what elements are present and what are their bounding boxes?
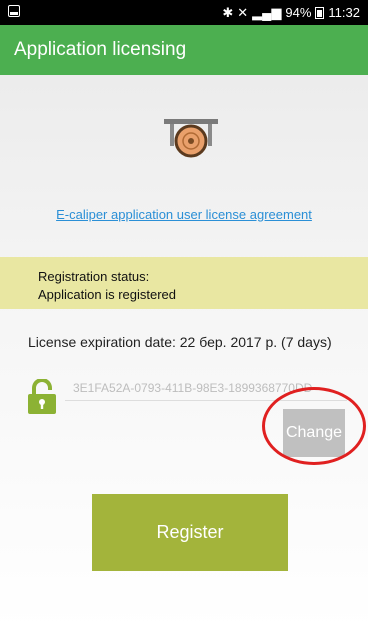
signal-icon: ▂▄▆ bbox=[252, 5, 282, 20]
registration-status-label: Registration status: bbox=[38, 269, 150, 284]
license-key-field[interactable] bbox=[65, 375, 347, 401]
app-bar: Application licensing bbox=[0, 25, 368, 75]
battery-level: 94% bbox=[285, 5, 312, 20]
clock: 11:32 bbox=[328, 5, 360, 20]
page-title: Application licensing bbox=[14, 39, 187, 60]
registration-status-panel: Registration status: Application is regi… bbox=[0, 257, 368, 309]
caliper-logo-icon bbox=[164, 119, 218, 158]
status-bar: ✱ ✕ ▂▄▆ 94% 11:32 bbox=[0, 0, 368, 25]
unlock-icon bbox=[28, 379, 56, 414]
mute-icon: ✕ bbox=[237, 5, 249, 20]
license-agreement-link[interactable]: E-caliper application user license agree… bbox=[0, 207, 368, 222]
license-expiration: License expiration date: 22 бер. 2017 р.… bbox=[28, 334, 332, 350]
licensing-content: E-caliper application user license agree… bbox=[0, 75, 368, 630]
change-button[interactable]: Change bbox=[283, 409, 345, 457]
register-button[interactable]: Register bbox=[92, 494, 288, 571]
status-icons: ✱ ✕ ▂▄▆ 94% 11:32 bbox=[222, 5, 360, 20]
screenshot-icon bbox=[8, 5, 20, 17]
battery-icon bbox=[315, 6, 325, 19]
bluetooth-icon: ✱ bbox=[222, 5, 234, 20]
registration-status-value: Application is registered bbox=[38, 287, 177, 302]
